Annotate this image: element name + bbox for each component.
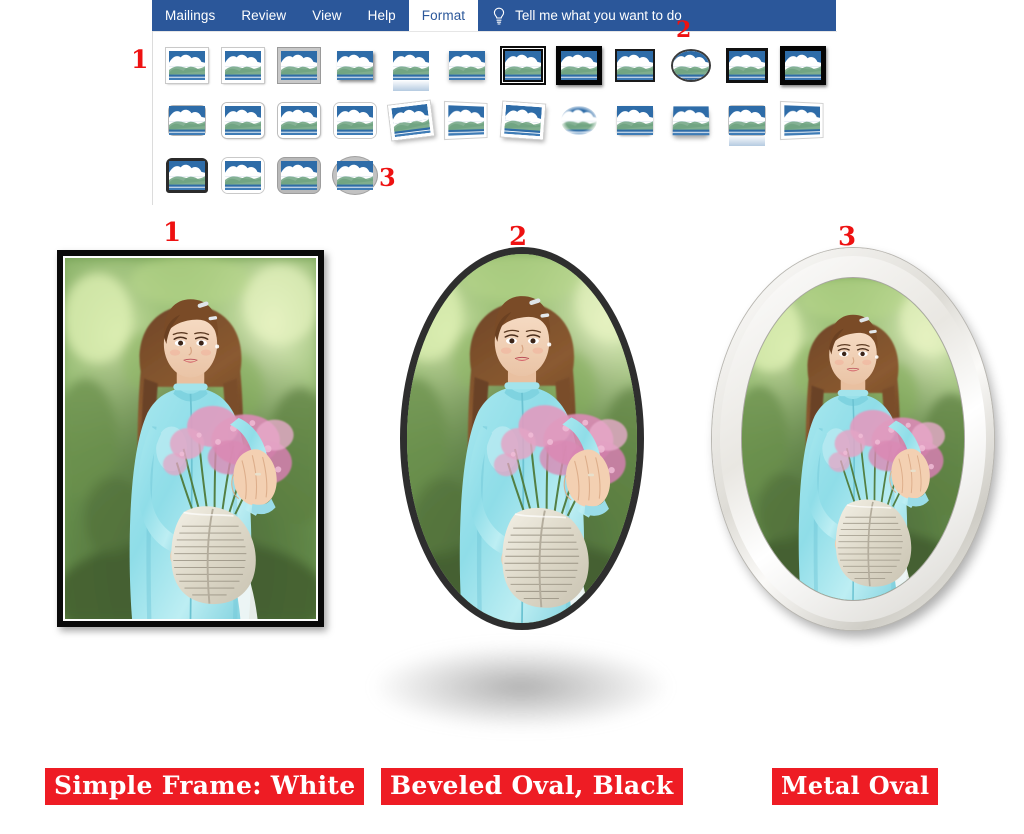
figure-metal-oval[interactable] [712,248,994,630]
style-thumb-metal-frame-white[interactable] [215,152,271,198]
lightbulb-icon [492,7,506,25]
screenshot-root: Mailings Review View Help Format Tell me… [0,0,1024,834]
tab-view[interactable]: View [299,0,354,31]
style-thumb-drop-shadow-rectangle[interactable] [327,42,383,88]
tab-help[interactable]: Help [355,0,409,31]
style-thumb-simple-frame-white[interactable] [159,42,215,88]
tab-mailings[interactable]: Mailings [152,0,228,31]
style-thumb-metal-rounded-rectangle-dark[interactable] [159,152,215,198]
style-thumb-soft-edge-oval[interactable] [551,97,607,143]
tell-me-label: Tell me what you want to do [515,8,682,23]
figure-simple-frame-white[interactable] [57,250,324,627]
figure-3-photo [742,278,964,600]
style-thumb-rotated-white[interactable] [383,97,439,143]
style-thumb-reflected-perspective-right[interactable] [719,97,775,143]
gallery-row-2 [159,97,831,143]
picture-styles-gallery[interactable] [152,31,837,205]
style-thumb-moderate-frame-black[interactable] [775,42,831,88]
caption-simple-frame-white: Simple Frame: White [45,768,365,805]
annotation-gallery-3: 3 [379,163,396,192]
style-thumb-metal-frame[interactable] [271,42,327,88]
figure-2-drop-shadow [374,645,668,729]
tab-format[interactable]: Format [408,0,479,31]
annotation-gallery-2: 2 [676,17,692,43]
annotation-gallery-1: 1 [131,45,149,74]
tab-view-label: View [312,8,342,23]
style-thumb-bevel-perspective[interactable] [663,97,719,143]
annotation-figure-3: 3 [838,222,857,252]
style-thumb-double-frame-black[interactable] [495,42,551,88]
gallery-row-1 [159,42,831,88]
style-thumb-snip-diagonal-white[interactable] [271,97,327,143]
style-thumb-compound-frame-black[interactable] [719,42,775,88]
style-thumb-bevel-rectangle[interactable] [607,97,663,143]
ribbon-tab-bar: Mailings Review View Help Format Tell me… [152,0,836,31]
style-thumb-bevel-perspective-left-white[interactable] [775,97,831,143]
tab-mailings-label: Mailings [165,8,216,23]
ribbon-empty-area [694,0,836,31]
figure-1-photo [63,256,318,621]
style-thumb-center-shadow-rectangle[interactable] [159,97,215,143]
style-thumb-relaxed-perspective-white[interactable] [495,97,551,143]
caption-metal-oval: Metal Oval [772,768,939,805]
style-thumb-metal-oval[interactable] [327,152,383,198]
style-thumb-thick-matte-black[interactable] [551,42,607,88]
tab-review[interactable]: Review [228,0,299,31]
tell-me-search[interactable]: Tell me what you want to do [478,0,694,31]
caption-beveled-oval-black: Beveled Oval, Black [381,768,683,805]
style-thumb-beveled-matte-white[interactable] [215,42,271,88]
gallery-top-divider [153,31,837,32]
style-thumb-perspective-shadow-white[interactable] [439,97,495,143]
style-thumb-beveled-oval-black[interactable] [663,42,719,88]
style-thumb-reflected-rounded-rectangle[interactable] [383,42,439,88]
style-thumb-soft-edge-rectangle[interactable] [439,42,495,88]
tab-help-label: Help [367,8,396,23]
style-thumb-moderate-frame-white[interactable] [327,97,383,143]
tab-format-label: Format [421,8,466,23]
style-thumb-simple-frame-black[interactable] [607,42,663,88]
figure-beveled-oval-black[interactable] [400,247,644,630]
style-thumb-rounded-diagonal-white[interactable] [215,97,271,143]
annotation-figure-1: 1 [163,218,182,248]
style-thumb-metal-rounded-rectangle[interactable] [271,152,327,198]
gallery-row-3 [159,152,383,198]
tab-review-label: Review [241,8,287,23]
